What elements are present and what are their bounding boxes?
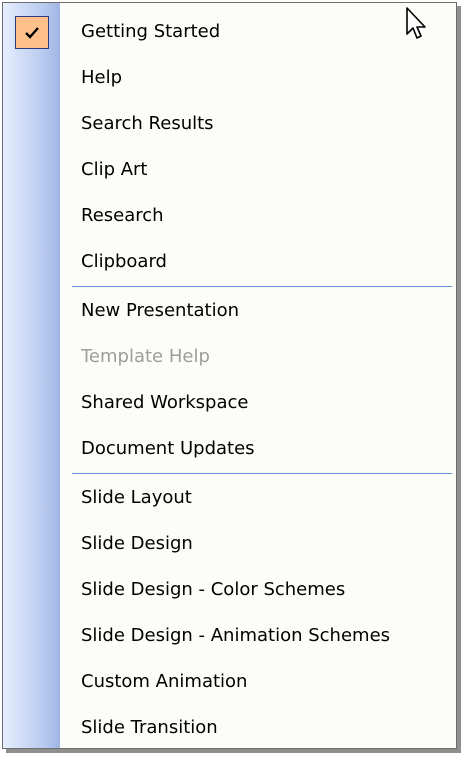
- menu-item-slide-design-color-schemes[interactable]: Slide Design - Color Schemes: [3, 567, 456, 613]
- menu-item-label: Document Updates: [81, 438, 255, 459]
- menu-item-label: Slide Design - Animation Schemes: [81, 625, 391, 646]
- menu-item-label: Slide Layout: [81, 487, 192, 508]
- menu-item-clip-art[interactable]: Clip Art: [3, 147, 456, 193]
- checked-indicator: [15, 16, 49, 49]
- menu-item-new-presentation[interactable]: New Presentation: [3, 288, 456, 334]
- mouse-pointer-icon: [406, 7, 426, 39]
- menu-item-label: Custom Animation: [81, 671, 248, 692]
- menu-items: Getting Started Help Search Results Clip…: [3, 9, 456, 751]
- menu-item-label: Clipboard: [81, 251, 167, 272]
- menu-item-label: New Presentation: [81, 300, 240, 321]
- menu-item-label: Help: [81, 67, 123, 88]
- menu-item-slide-design-animation-schemes[interactable]: Slide Design - Animation Schemes: [3, 613, 456, 659]
- menu-item-research[interactable]: Research: [3, 193, 456, 239]
- menu-item-label: Template Help: [81, 346, 210, 367]
- menu-item-label: Research: [81, 205, 164, 226]
- menu-item-shared-workspace[interactable]: Shared Workspace: [3, 380, 456, 426]
- menu-item-document-updates[interactable]: Document Updates: [3, 426, 456, 472]
- menu-item-label: Shared Workspace: [81, 392, 249, 413]
- menu-item-custom-animation[interactable]: Custom Animation: [3, 659, 456, 705]
- menu-item-slide-design[interactable]: Slide Design: [3, 521, 456, 567]
- menu-item-template-help: Template Help: [3, 334, 456, 380]
- menu-item-label: Slide Design: [81, 533, 193, 554]
- menu-item-label: Getting Started: [81, 21, 221, 42]
- menu-item-label: Search Results: [81, 113, 214, 134]
- task-pane-menu: Getting Started Help Search Results Clip…: [2, 2, 457, 749]
- menu-item-slide-layout[interactable]: Slide Layout: [3, 475, 456, 521]
- menu-item-label: Slide Design - Color Schemes: [81, 579, 346, 600]
- check-icon: [25, 26, 39, 39]
- menu-item-label: Clip Art: [81, 159, 148, 180]
- menu-item-getting-started[interactable]: Getting Started: [3, 9, 456, 55]
- menu-item-help[interactable]: Help: [3, 55, 456, 101]
- menu-item-slide-transition[interactable]: Slide Transition: [3, 705, 456, 751]
- menu-item-clipboard[interactable]: Clipboard: [3, 239, 456, 285]
- menu-item-label: Slide Transition: [81, 717, 218, 738]
- menu-item-search-results[interactable]: Search Results: [3, 101, 456, 147]
